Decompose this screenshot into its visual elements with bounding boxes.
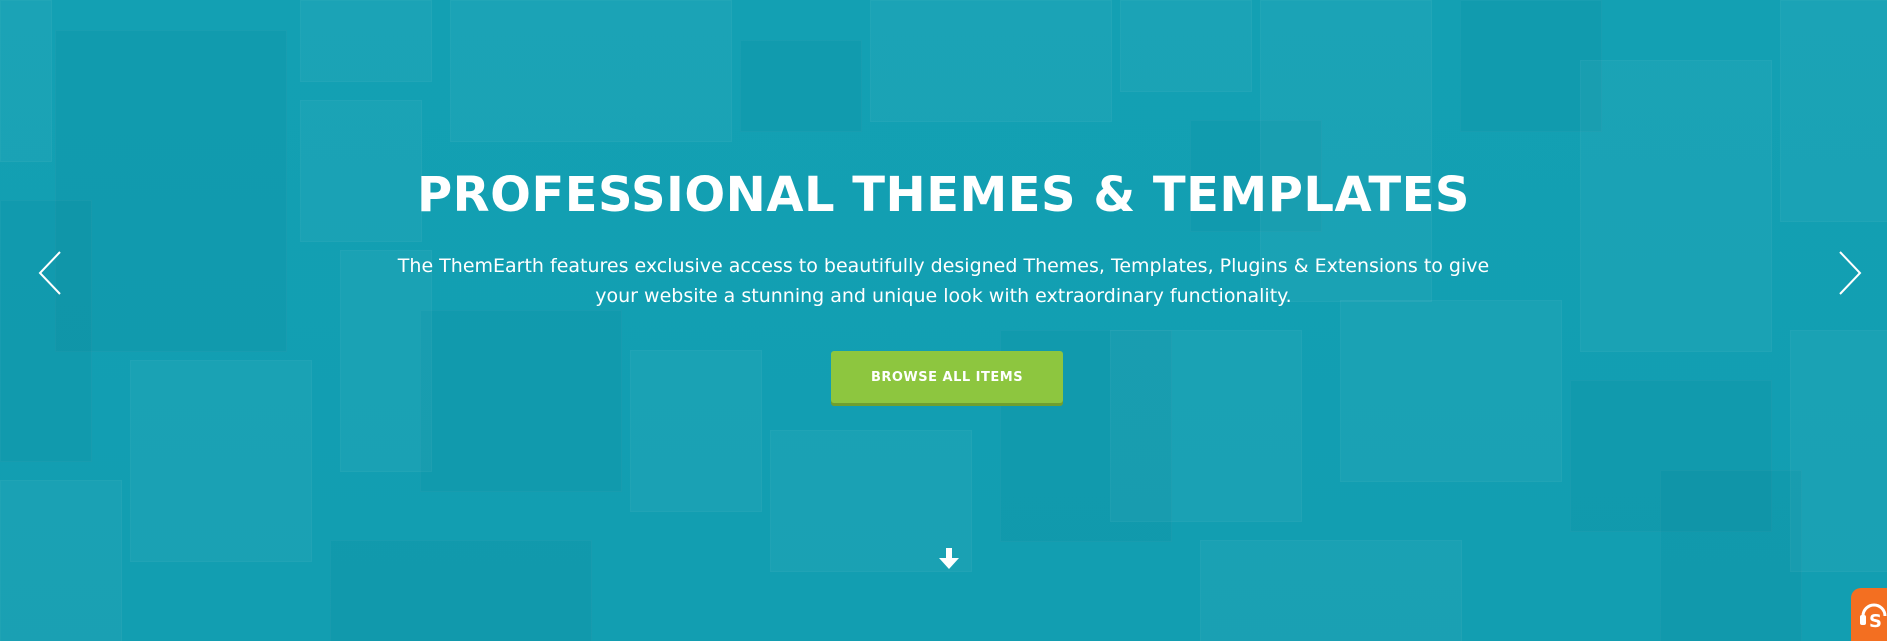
arrow-down-icon	[939, 548, 959, 569]
hero-subtitle: The ThemEarth features exclusive access …	[397, 255, 1490, 307]
chevron-right-icon	[1839, 251, 1862, 295]
browse-all-items-button[interactable]: BROWSE ALL ITEMS	[831, 351, 1063, 403]
color-overlay	[0, 0, 1887, 641]
background-collage	[0, 0, 1887, 641]
chevron-left-icon	[38, 251, 61, 295]
hero-title: PROFESSIONAL THEMES & TEMPLATES	[417, 167, 1470, 223]
support-headset-icon: S	[1860, 603, 1887, 632]
next-slide-button[interactable]	[1834, 250, 1864, 296]
prev-slide-button[interactable]	[36, 250, 66, 296]
support-widget-button[interactable]: S	[1851, 588, 1887, 641]
svg-text:S: S	[1869, 611, 1882, 632]
scroll-down-button[interactable]	[936, 546, 962, 572]
hero-slider: PROFESSIONAL THEMES & TEMPLATES The Them…	[0, 0, 1887, 641]
